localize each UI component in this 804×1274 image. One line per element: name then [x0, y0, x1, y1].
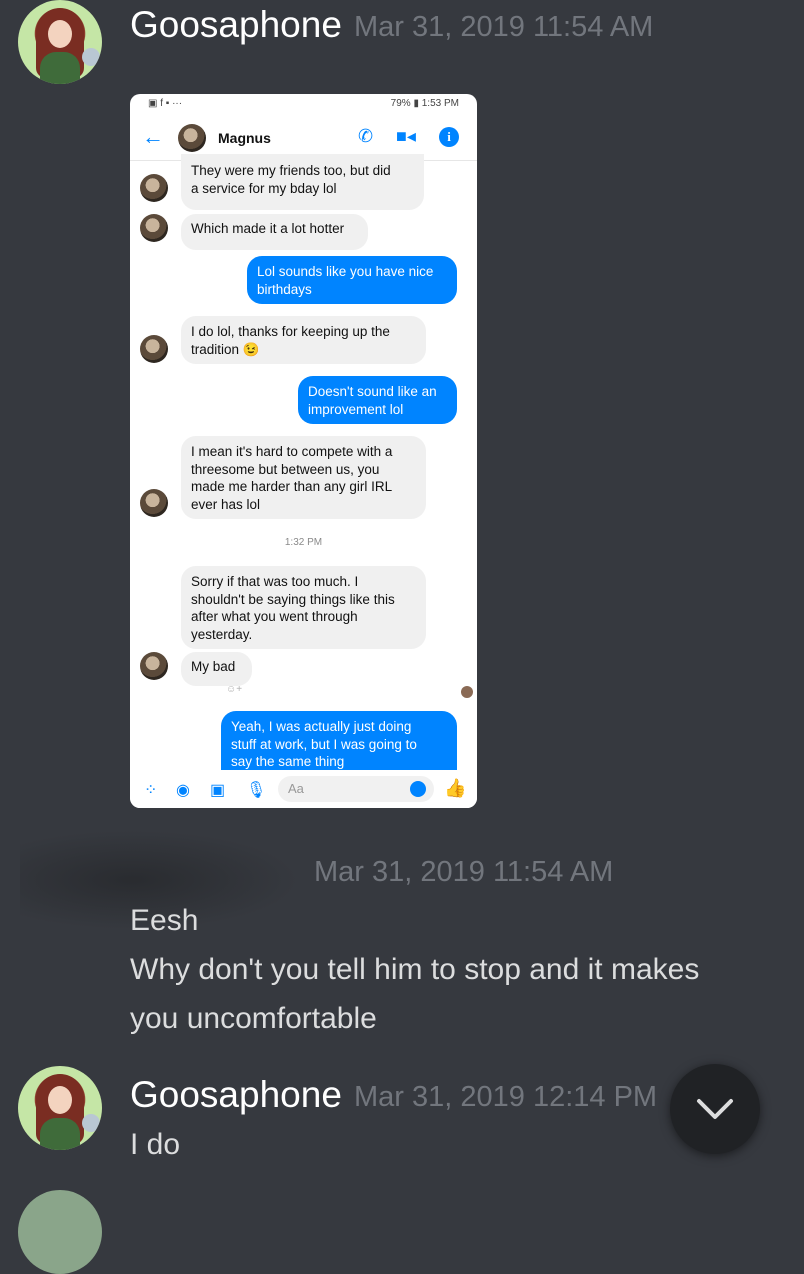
message-bubble-incoming[interactable]: Which made it a lot hotter [181, 214, 368, 250]
message-input[interactable]: Aa [278, 776, 434, 802]
message-timestamp: Mar 31, 2019 11:54 AM [314, 856, 614, 888]
avatar-face [48, 20, 72, 48]
contact-avatar [140, 489, 168, 517]
phone-icon[interactable]: ✆ [358, 126, 373, 147]
camera-icon[interactable]: ◉ [176, 780, 190, 800]
user-avatar[interactable] [18, 0, 102, 84]
message-bubble-incoming[interactable]: I mean it's hard to compete with a three… [181, 436, 426, 519]
next-message-avatar [18, 1190, 102, 1274]
attached-screenshot[interactable]: ▣ f ▪ ··· 79% ▮ 1:53 PM ← Magnus ✆ ■◂ i … [130, 94, 477, 808]
back-arrow-icon[interactable]: ← [142, 124, 164, 150]
thumbs-up-icon[interactable]: 👍 [444, 778, 466, 799]
message-text: you uncomfortable [130, 1002, 377, 1035]
username[interactable]: Goosaphone [130, 1074, 342, 1116]
jump-to-bottom-button[interactable] [670, 1064, 760, 1154]
message-bubble-outgoing[interactable]: Doesn't sound like an improvement lol [298, 376, 457, 424]
avatar-accessory [82, 48, 100, 66]
message-text: Eesh [130, 904, 199, 937]
message-text: Why don't you tell him to stop and it ma… [130, 953, 700, 986]
time-separator: 1:32 PM [284, 537, 323, 548]
emoji-icon[interactable] [410, 781, 426, 797]
composer-bar: ⁘ ◉ ▣ 🎙 Aa 👍 [130, 770, 477, 808]
mic-icon[interactable]: 🎙 [246, 780, 266, 800]
contact-name[interactable]: Magnus [218, 130, 271, 146]
contact-avatar [140, 214, 168, 242]
contact-avatar [140, 335, 168, 363]
message-bubble-incoming[interactable]: My bad [181, 652, 252, 686]
chevron-down-icon [697, 1099, 733, 1119]
user-avatar[interactable] [18, 1066, 102, 1150]
avatar-dress [40, 52, 80, 84]
status-right: 79% ▮ 1:53 PM [390, 98, 459, 109]
contact-avatar [140, 652, 168, 680]
message-bubble-incoming[interactable]: I do lol, thanks for keeping up the trad… [181, 316, 426, 364]
avatar-accessory [82, 1114, 100, 1132]
avatar-face [48, 1086, 72, 1114]
image-icon[interactable]: ▣ [210, 780, 225, 800]
message-text: I do [130, 1128, 181, 1161]
status-left: ▣ f ▪ ··· [148, 98, 183, 109]
message-bubble-incoming[interactable]: Sorry if that was too much. I shouldn't … [181, 566, 426, 649]
username[interactable]: Goosaphone [130, 4, 342, 46]
message-bubble-outgoing[interactable]: Yeah, I was actually just doing stuff at… [221, 711, 457, 778]
message-bubble-incoming[interactable]: They were my friends too, but did a serv… [181, 154, 424, 210]
message-timestamp: Mar 31, 2019 12:14 PM [354, 1081, 658, 1113]
add-reaction-icon[interactable]: ☺+ [226, 684, 242, 695]
contact-avatar [140, 174, 168, 202]
message-bubble-outgoing[interactable]: Lol sounds like you have nice birthdays [247, 256, 457, 304]
apps-icon[interactable]: ⁘ [144, 780, 157, 800]
message-input-placeholder: Aa [288, 781, 304, 796]
seen-avatar [461, 686, 473, 698]
message-timestamp: Mar 31, 2019 11:54 AM [354, 11, 654, 43]
contact-avatar[interactable] [178, 124, 206, 152]
video-icon[interactable]: ■◂ [396, 126, 416, 147]
status-bar: ▣ f ▪ ··· 79% ▮ 1:53 PM [130, 94, 477, 116]
avatar-dress [40, 1118, 80, 1150]
info-icon[interactable]: i [439, 127, 459, 147]
